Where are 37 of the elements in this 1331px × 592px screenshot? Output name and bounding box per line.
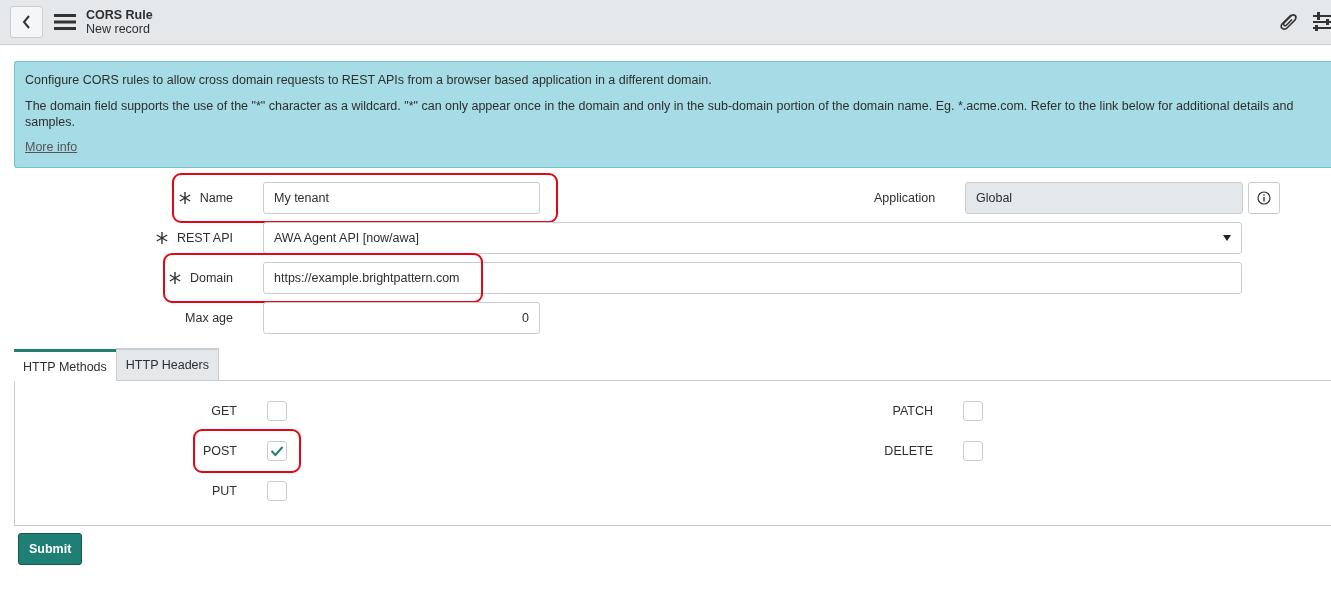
tab[interactable]: HTTP Methods — [14, 349, 116, 381]
method-label: POST — [201, 444, 237, 458]
field-label: Name — [199, 191, 233, 205]
info-icon — [1257, 191, 1271, 205]
input-field[interactable]: https://example.brightpattern.com — [263, 262, 1242, 294]
input-field[interactable]: 0 — [263, 302, 540, 334]
info-text: The domain field supports the use of the "*" character as a wildcard. "*" can only appear once in the domain and only in the sub-domain portion of the domain name. Eg. *.acme.com. Refer to the link below for additional details and samples. — [25, 98, 1295, 130]
menu-icon[interactable] — [54, 14, 76, 30]
field-label: REST API — [176, 231, 233, 245]
input-field[interactable]: My tenant — [263, 182, 540, 214]
checkmark-icon — [270, 445, 284, 457]
tab[interactable]: HTTP Headers — [115, 348, 219, 380]
method-label: GET — [210, 404, 237, 418]
rest-api-select[interactable]: AWA Agent API [now/awa] — [263, 222, 1242, 254]
paperclip-icon[interactable] — [1277, 11, 1299, 33]
checkbox[interactable] — [963, 441, 983, 461]
checkbox[interactable] — [267, 401, 287, 421]
field-label: Max age — [185, 311, 233, 325]
info-text: Configure CORS rules to allow cross domain requests to REST APIs from a browser based application in a different domain. — [25, 72, 713, 88]
submit-button[interactable]: Submit — [18, 533, 83, 565]
input-field: Global — [965, 182, 1243, 214]
checkbox[interactable] — [267, 481, 287, 501]
form-subtitle: New record — [86, 22, 151, 36]
info-button[interactable] — [1248, 182, 1280, 214]
sliders-icon[interactable] — [1313, 11, 1331, 33]
back-button[interactable] — [10, 6, 43, 38]
method-label: DELETE — [883, 444, 933, 458]
field-label: Application — [874, 191, 936, 205]
chevron-left-icon — [21, 15, 32, 29]
dropdown-caret-icon — [1223, 235, 1231, 241]
checkbox[interactable] — [963, 401, 983, 421]
checkbox[interactable] — [267, 441, 287, 461]
form-title: CORS Rule — [86, 8, 153, 22]
field-label: Domain — [189, 271, 233, 285]
method-label: PATCH — [891, 404, 933, 418]
more-info-link[interactable]: More info — [25, 140, 78, 154]
method-label: PUT — [211, 484, 237, 498]
